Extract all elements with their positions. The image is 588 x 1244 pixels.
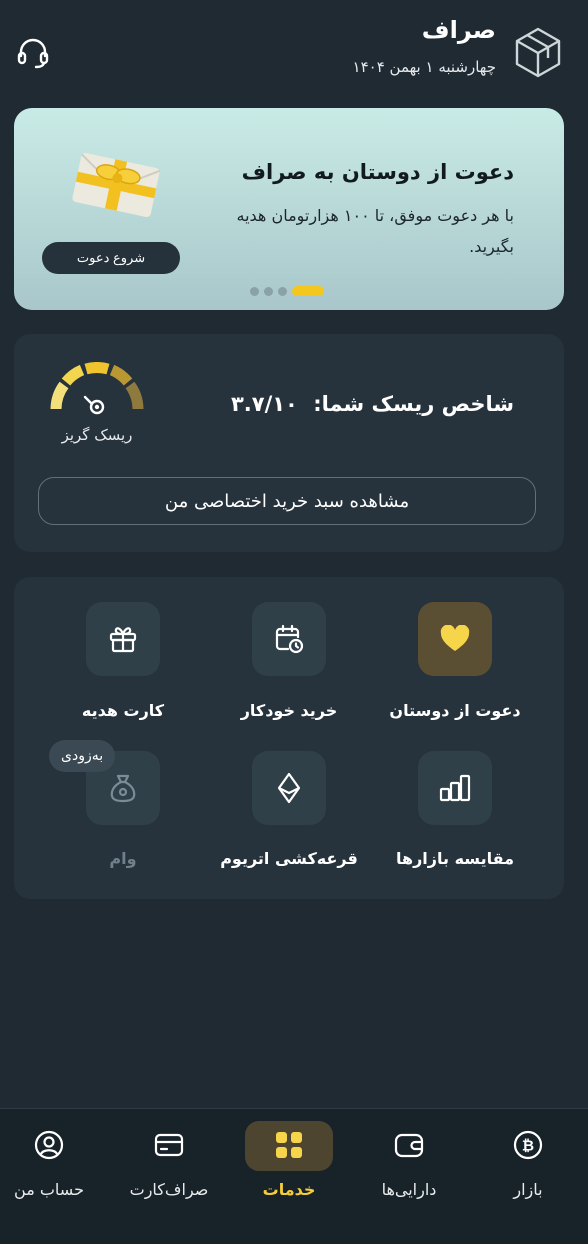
nav-item-sarraf-card[interactable]: صراف‌کارت	[114, 1127, 224, 1199]
user-icon	[34, 1130, 64, 1160]
risk-index-card: شاخص ریسک شما: ۳.۷/۱۰ ریسک گریز مشاهده س…	[14, 334, 564, 552]
nav-label: دارایی‌ها	[381, 1180, 437, 1199]
nav-label: بازار	[513, 1180, 543, 1199]
service-label[interactable]: خرید خودکار	[204, 701, 374, 720]
nav-label: خدمات	[262, 1180, 316, 1199]
gift-envelope-icon	[72, 152, 161, 218]
card-icon	[154, 1133, 184, 1157]
service-market-compare[interactable]	[418, 751, 492, 825]
service-tile[interactable]	[418, 602, 492, 676]
risk-index-label: شاخص ریسک شما: ۳.۷/۱۰	[231, 392, 514, 416]
service-label[interactable]: قرعه‌کشی اتریوم	[204, 849, 374, 868]
service-gift-card[interactable]	[86, 602, 160, 676]
svg-text:₿: ₿	[522, 1137, 534, 1155]
service-ethereum-lottery[interactable]	[252, 751, 326, 825]
view-basket-button[interactable]: مشاهده سبد خرید اختصاصی من	[38, 477, 536, 525]
calendar-clock-icon	[275, 624, 304, 654]
invite-banner[interactable]: دعوت از دوستان به صراف با هر دعوت موفق، …	[14, 108, 564, 310]
header-date: چهارشنبه ۱ بهمن ۱۴۰۴	[352, 58, 496, 76]
heart-icon	[440, 625, 470, 651]
service-label[interactable]: مقایسه بازارها	[370, 849, 540, 868]
risk-index-score: ۳.۷/۱۰	[230, 392, 298, 416]
start-invite-button[interactable]: شروع دعوت	[42, 242, 180, 274]
gift-icon	[109, 627, 137, 653]
service-tile[interactable]	[86, 602, 160, 676]
grid-icon	[276, 1132, 302, 1158]
carousel-dot-active[interactable]	[292, 286, 324, 296]
risk-index-title: شاخص ریسک شما:	[313, 392, 514, 416]
risk-gauge-icon	[50, 362, 144, 415]
service-tile[interactable]	[418, 751, 492, 825]
nav-label: صراف‌کارت	[129, 1180, 209, 1199]
service-label: وام	[109, 849, 137, 868]
banner-description: با هر دعوت موفق، تا ۱۰۰ هزارتومان هدیه ب…	[236, 206, 514, 256]
carousel-dot[interactable]	[250, 286, 259, 296]
sarraf-logo-icon	[515, 27, 561, 78]
service-tile[interactable]	[252, 751, 326, 825]
money-bag-icon	[110, 774, 136, 803]
nav-item-market[interactable]: ₿ بازار	[473, 1127, 583, 1199]
nav-item-my-account[interactable]: حساب من	[0, 1127, 104, 1199]
app-title: صراف	[421, 16, 496, 44]
ethereum-icon	[277, 772, 301, 804]
carousel-dot[interactable]	[278, 286, 287, 296]
wallet-icon	[394, 1133, 424, 1158]
nav-item-services[interactable]: خدمات	[234, 1127, 344, 1199]
carousel-indicator[interactable]	[250, 286, 324, 296]
banner-title: دعوت از دوستان به صراف	[241, 160, 514, 184]
services-panel: دعوت از دوستان خرید خودکار کارت هدیه مقا…	[14, 577, 564, 899]
risk-gauge-label: ریسک گریز	[61, 426, 133, 444]
service-tile[interactable]	[252, 602, 326, 676]
bottom-navigation: ₿ بازار دارایی‌ها خدمات	[0, 1108, 588, 1244]
nav-item-assets[interactable]: دارایی‌ها	[354, 1127, 464, 1199]
bitcoin-icon: ₿	[513, 1130, 543, 1160]
coming-soon-badge: به‌زودی	[49, 740, 116, 772]
carousel-dot[interactable]	[264, 286, 273, 296]
nav-label: حساب من	[14, 1180, 84, 1199]
headset-support-icon[interactable]	[16, 36, 50, 70]
service-label[interactable]: دعوت از دوستان	[370, 701, 540, 720]
bar-chart-icon	[439, 774, 471, 802]
service-invite-friends[interactable]	[418, 602, 492, 676]
service-label[interactable]: کارت هدیه	[38, 701, 208, 720]
service-auto-buy[interactable]	[252, 602, 326, 676]
